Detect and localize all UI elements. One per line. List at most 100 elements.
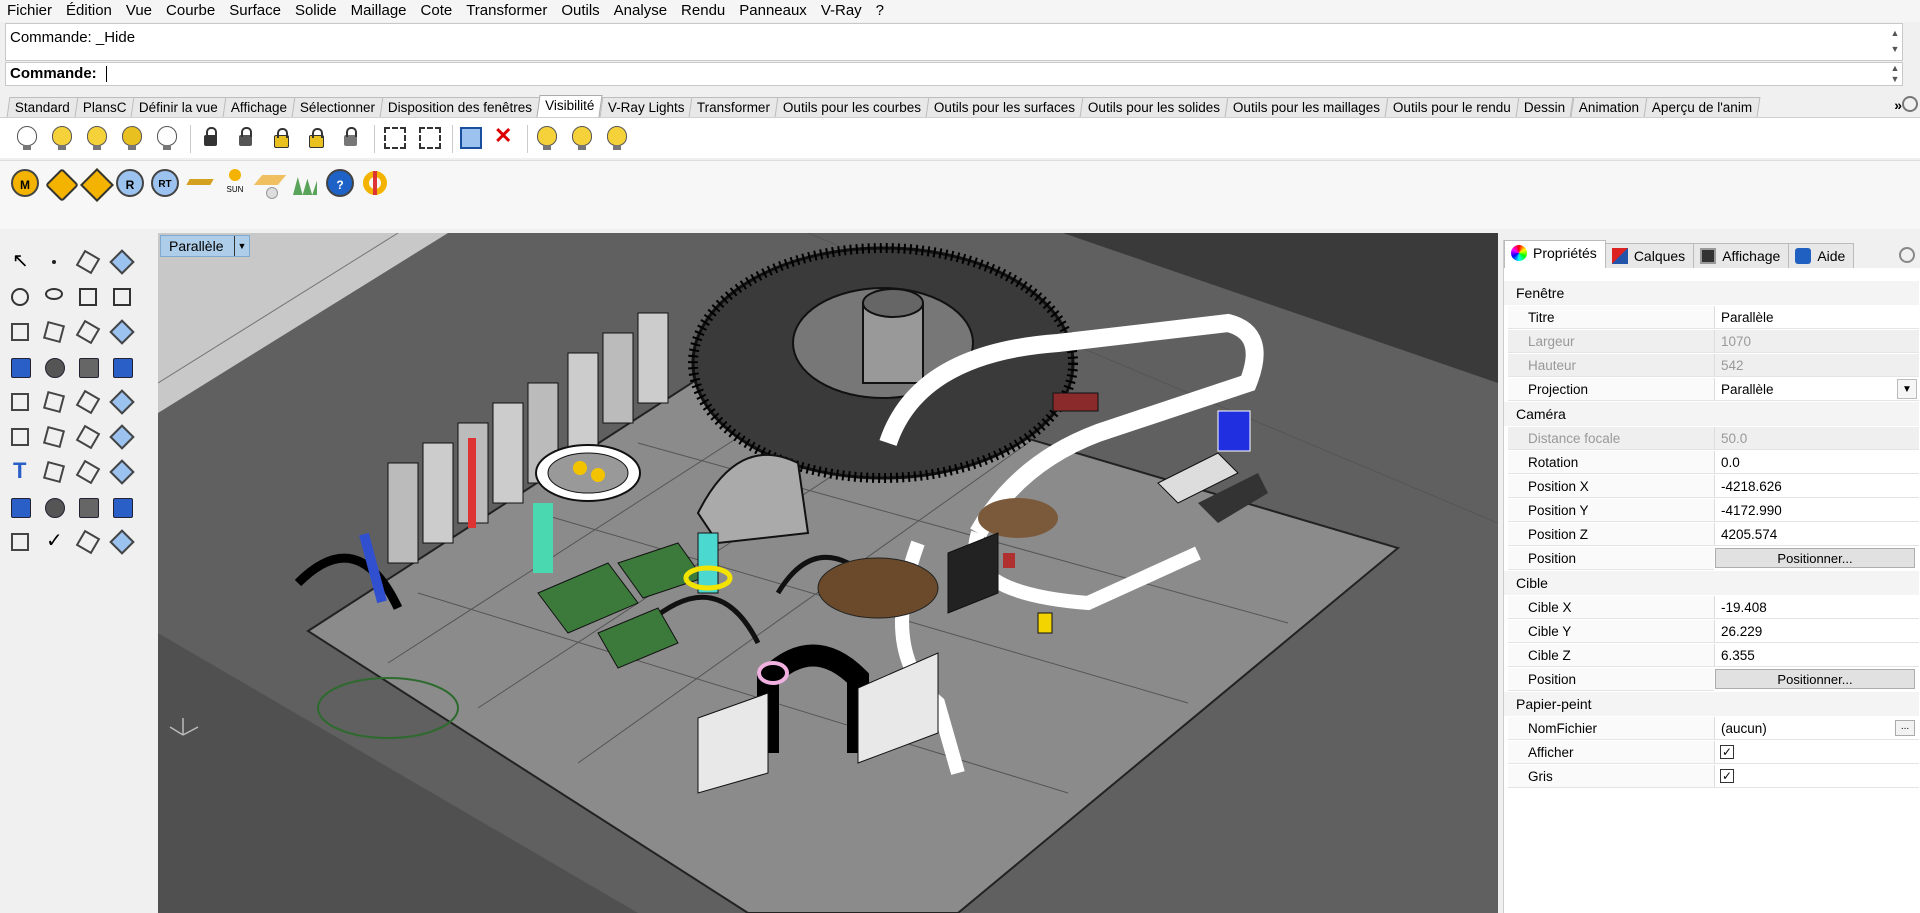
chevron-down-icon[interactable]: ▼ xyxy=(234,236,249,256)
shade-icon[interactable] xyxy=(74,528,102,556)
unisolate-icon[interactable]: ✕ xyxy=(490,123,518,151)
prop-value[interactable]: 26.229 xyxy=(1714,620,1919,643)
menu-vue[interactable]: Vue xyxy=(119,0,159,22)
menu-analyse[interactable]: Analyse xyxy=(607,0,674,22)
prop-value[interactable]: Parallèle xyxy=(1714,378,1919,401)
viewport-title[interactable]: Parallèle ▼ xyxy=(160,235,250,257)
trim-icon[interactable] xyxy=(74,388,102,416)
unlock-selected-icon[interactable] xyxy=(301,123,329,151)
more-tabs-icon[interactable]: » xyxy=(1894,97,1902,113)
align-icon[interactable] xyxy=(108,493,136,521)
tab-affichage[interactable]: Affichage xyxy=(1693,243,1790,268)
circle-icon[interactable] xyxy=(6,283,34,311)
viewport-parallel[interactable] xyxy=(158,233,1498,913)
checkbox[interactable]: ✓ xyxy=(1720,745,1734,759)
tab-apercu-anim[interactable]: Aperçu de l'anim xyxy=(1643,97,1761,117)
point-icon[interactable] xyxy=(40,248,68,276)
swap-hidden-icon[interactable] xyxy=(152,123,180,151)
menu-transformer[interactable]: Transformer xyxy=(459,0,554,22)
tab-animation[interactable]: Animation xyxy=(1570,97,1647,117)
arc-icon[interactable] xyxy=(74,283,102,311)
render-icon[interactable] xyxy=(108,528,136,556)
prop-value[interactable]: (aucun) xyxy=(1714,717,1919,740)
extrude-icon[interactable] xyxy=(6,528,34,556)
vray-plane-icon[interactable] xyxy=(253,169,287,199)
spin-down-icon[interactable]: ▼ xyxy=(1888,74,1902,85)
tab-dessin[interactable]: Dessin xyxy=(1515,97,1574,117)
show-light-icon[interactable] xyxy=(532,123,560,151)
menu-vray[interactable]: V-Ray xyxy=(814,0,869,22)
hatch-icon[interactable] xyxy=(40,493,68,521)
tab-outils-solides[interactable]: Outils pour les solides xyxy=(1079,97,1229,117)
explode-icon[interactable] xyxy=(40,388,68,416)
tab-plansc[interactable]: PlansC xyxy=(74,97,135,117)
unlock-icon[interactable] xyxy=(231,123,259,151)
vray-rt-render-icon[interactable]: RT xyxy=(151,169,179,197)
tab-selectionner[interactable]: Sélectionner xyxy=(291,97,384,117)
scroll-down-icon[interactable]: ▼ xyxy=(1888,44,1902,55)
ellipse-icon[interactable] xyxy=(40,283,68,311)
join-icon[interactable] xyxy=(6,423,34,451)
show-selected-icon[interactable] xyxy=(82,123,110,151)
prop-value[interactable]: 4205.574 xyxy=(1714,523,1919,546)
box-icon[interactable] xyxy=(6,353,34,381)
prop-value[interactable]: 6.355 xyxy=(1714,644,1919,667)
polyline-icon[interactable] xyxy=(74,248,102,276)
vray-lifebuoy-icon[interactable] xyxy=(361,169,389,197)
menu-surface[interactable]: Surface xyxy=(222,0,288,22)
checkbox[interactable]: ✓ xyxy=(1720,769,1734,783)
tab-visibilite[interactable]: Visibilité xyxy=(536,95,604,117)
vray-tag-icon[interactable] xyxy=(80,168,114,202)
hide-icon[interactable] xyxy=(117,123,145,151)
curve-icon[interactable] xyxy=(108,248,136,276)
prop-value[interactable]: -4172.990 xyxy=(1714,499,1919,522)
light-bulb-icon[interactable] xyxy=(12,123,40,151)
command-input[interactable]: Commande: ▲ ▼ xyxy=(5,62,1903,86)
scroll-up-icon[interactable]: ▲ xyxy=(1888,28,1902,39)
menu-solide[interactable]: Solide xyxy=(288,0,344,22)
tab-proprietes[interactable]: Propriétés xyxy=(1504,240,1606,268)
fillet-icon[interactable] xyxy=(40,318,68,346)
hide-light-icon[interactable] xyxy=(567,123,595,151)
show-all-lights-icon[interactable] xyxy=(602,123,630,151)
tab-outils-courbes[interactable]: Outils pour les courbes xyxy=(774,97,930,117)
vray-fur-icon[interactable] xyxy=(291,169,319,197)
move-icon[interactable] xyxy=(74,423,102,451)
tab-vray-lights[interactable]: V-Ray Lights xyxy=(599,97,693,117)
revolve-icon[interactable] xyxy=(108,318,136,346)
grid-array-icon[interactable] xyxy=(74,493,102,521)
block-icon[interactable] xyxy=(74,458,102,486)
tab-outils-maillages[interactable]: Outils pour les maillages xyxy=(1224,97,1389,117)
select-arrow-icon[interactable]: ↖ xyxy=(6,248,34,276)
vray-material-editor-icon[interactable]: M xyxy=(11,169,39,197)
mesh-icon[interactable] xyxy=(108,353,136,381)
sphere-icon[interactable] xyxy=(40,353,68,381)
annotation-icon[interactable] xyxy=(108,458,136,486)
rectangle-icon[interactable] xyxy=(108,283,136,311)
select-hidden-icon[interactable] xyxy=(380,123,408,151)
tab-disposition[interactable]: Disposition des fenêtres xyxy=(379,97,541,117)
gear-icon[interactable] xyxy=(1902,96,1918,112)
lock-swap-icon[interactable] xyxy=(266,123,294,151)
tab-aide[interactable]: Aide xyxy=(1788,243,1855,268)
tab-calques[interactable]: Calques xyxy=(1604,243,1695,268)
menu-panneaux[interactable]: Panneaux xyxy=(732,0,814,22)
menu-edition[interactable]: Édition xyxy=(59,0,119,22)
prop-value[interactable]: Parallèle xyxy=(1714,306,1919,329)
gear-icon[interactable] xyxy=(1899,247,1915,263)
lock-icon[interactable] xyxy=(196,123,224,151)
polygon-icon[interactable] xyxy=(6,318,34,346)
vray-options-icon[interactable] xyxy=(45,168,79,202)
cylinder-icon[interactable] xyxy=(74,353,102,381)
rotate-icon[interactable] xyxy=(108,423,136,451)
vray-render-icon[interactable]: R xyxy=(116,169,144,197)
menu-rendu[interactable]: Rendu xyxy=(674,0,732,22)
surface-icon[interactable] xyxy=(74,318,102,346)
prop-value[interactable]: -19.408 xyxy=(1714,596,1919,619)
vray-frame-buffer-icon[interactable] xyxy=(186,169,214,197)
group-icon[interactable] xyxy=(40,423,68,451)
browse-button[interactable]: ... xyxy=(1895,720,1915,736)
menu-cote[interactable]: Cote xyxy=(414,0,460,22)
split-icon[interactable] xyxy=(108,388,136,416)
tab-definir-vue[interactable]: Définir la vue xyxy=(130,97,227,117)
